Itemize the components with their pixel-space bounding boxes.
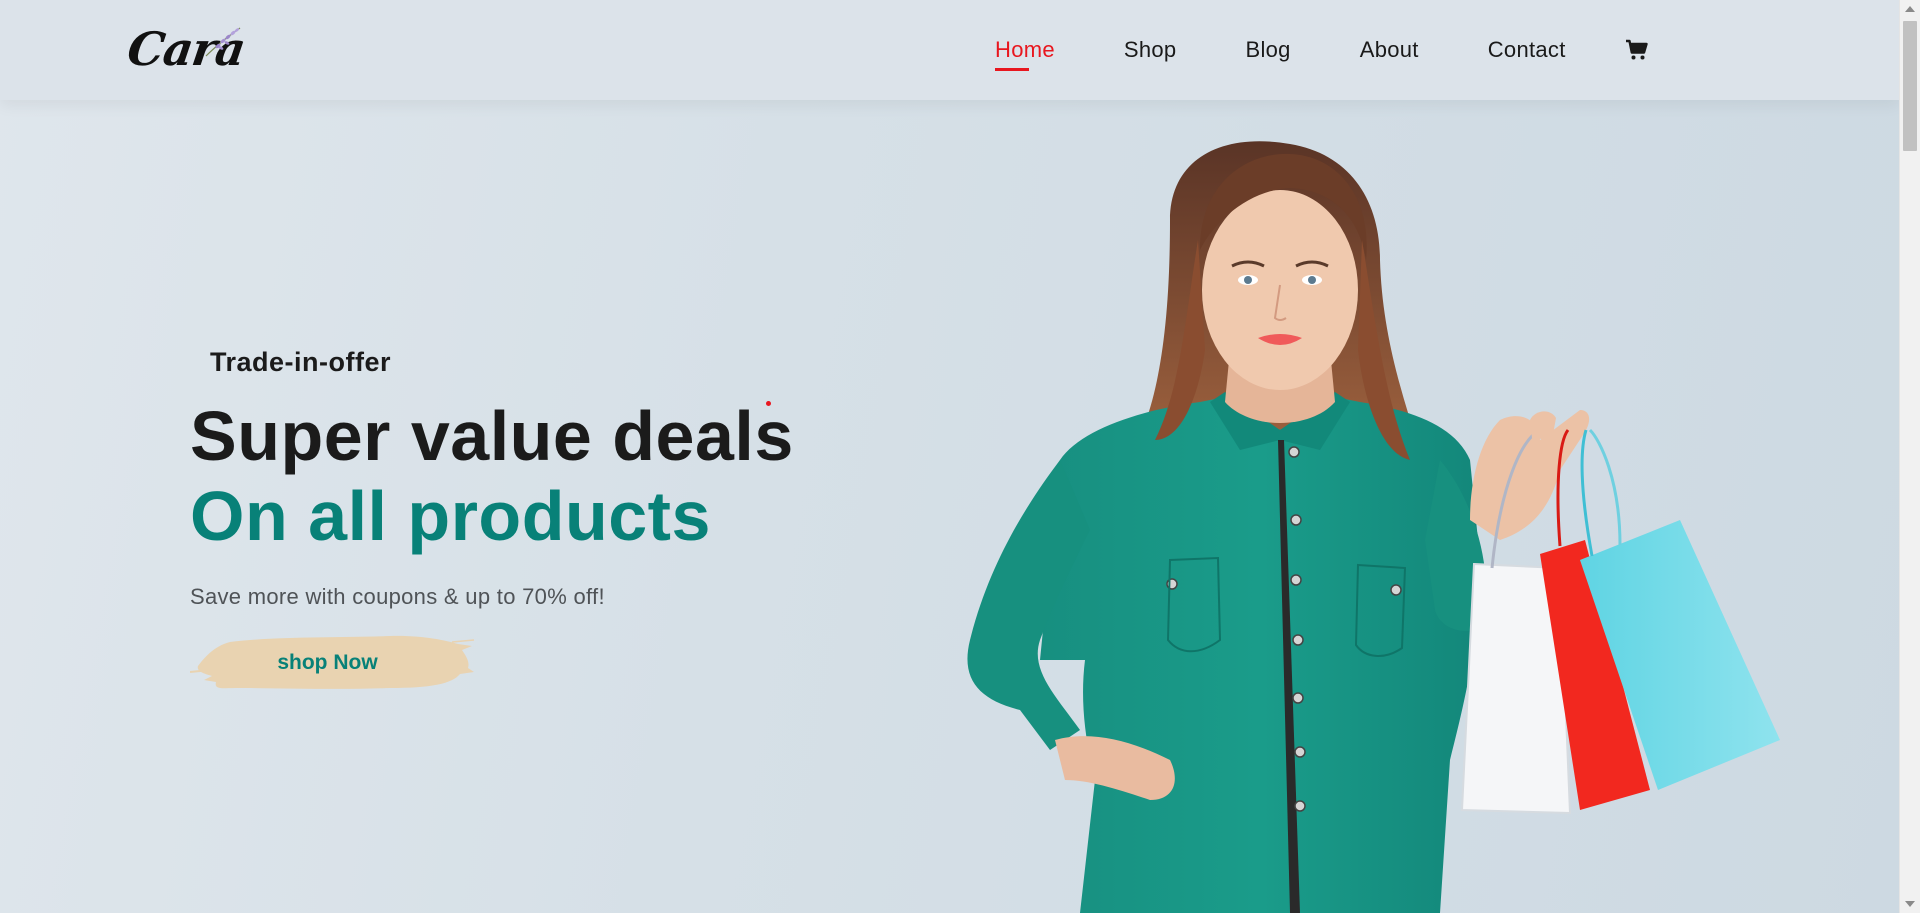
lavender-sprig-icon (205, 27, 241, 57)
hero-section: Trade-in-offer Super value deals On all … (190, 347, 794, 694)
nav-blog[interactable]: Blog (1245, 37, 1290, 63)
shop-now-button[interactable]: shop Now (190, 632, 475, 694)
hero-model-image (967, 141, 1780, 913)
site-header: Cara Home Shop Blog About Contact (0, 0, 1899, 100)
nav-home[interactable]: Home (995, 37, 1055, 71)
nav-shop[interactable]: Shop (1124, 37, 1177, 63)
nav-contact[interactable]: Contact (1488, 37, 1566, 63)
hero-eyebrow: Trade-in-offer (210, 347, 392, 377)
hero-subheadline: On all products (190, 477, 711, 555)
shop-now-label: shop Now (277, 651, 378, 674)
hero-headline: Super value deals (190, 397, 794, 475)
scroll-down-icon[interactable] (1905, 901, 1915, 907)
page-scrollbar[interactable] (1899, 0, 1920, 913)
brand-logo[interactable]: Cara (124, 20, 258, 80)
cart-icon[interactable] (1625, 38, 1649, 62)
scroll-up-icon[interactable] (1905, 6, 1915, 12)
decorative-dot (766, 401, 771, 406)
page: Cara Home Shop Blog About Contact Trade-… (0, 0, 1899, 913)
nav-about[interactable]: About (1360, 37, 1419, 63)
main-nav: Home Shop Blog About Contact (995, 0, 1649, 100)
hero-description: Save more with coupons & up to 70% off! (190, 584, 605, 609)
scroll-thumb[interactable] (1903, 21, 1917, 151)
